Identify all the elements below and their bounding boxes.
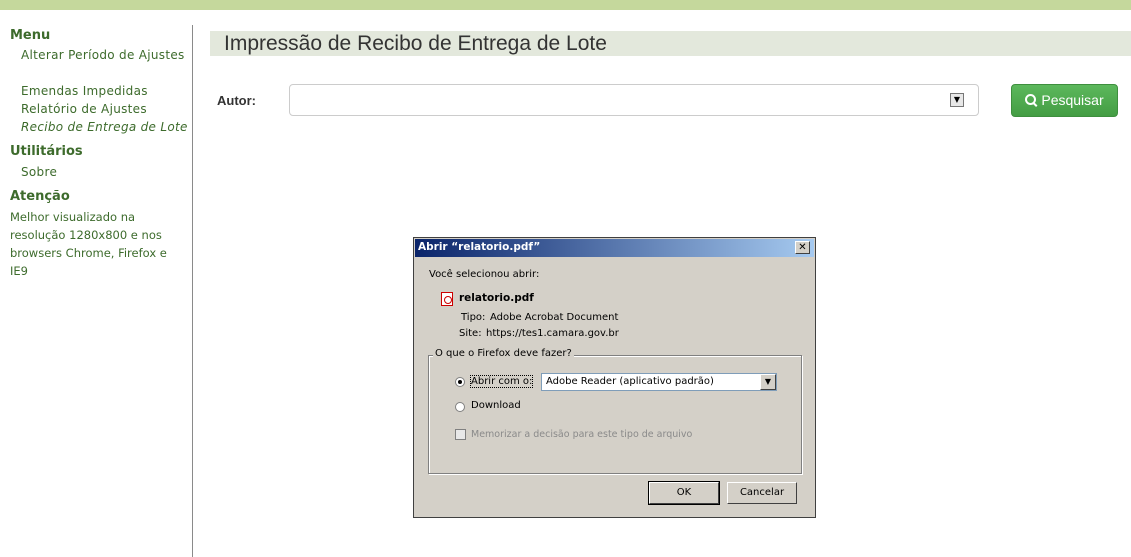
application-select[interactable]: Adobe Reader (aplicativo padrão) ▼ (541, 373, 777, 391)
dialog-intro: Você selecionou abrir: (429, 269, 540, 280)
sidebar-item-alterar-periodo[interactable]: Alterar Período de Ajustes (21, 46, 191, 64)
sidebar-item-relatorio-ajustes[interactable]: Relatório de Ajustes (21, 100, 191, 118)
dialog-titlebar[interactable]: Abrir “relatorio.pdf” ✕ (415, 239, 814, 257)
sidebar-item-sobre[interactable]: Sobre (21, 163, 191, 181)
remember-label: Memorizar a decisão para este tipo de ar… (471, 429, 693, 440)
ok-button[interactable]: OK (648, 481, 720, 505)
autor-select[interactable]: ▼ (289, 84, 979, 116)
dialog-title: Abrir “relatorio.pdf” (418, 241, 541, 253)
sidebar-divider (192, 25, 193, 557)
open-with-radio[interactable] (455, 377, 465, 387)
autor-label: Autor: (217, 93, 256, 108)
open-with-label[interactable]: Abrir com o: (469, 375, 534, 388)
menu-heading: Menu (10, 28, 51, 43)
search-icon (1025, 94, 1037, 106)
chevron-down-icon[interactable]: ▼ (760, 374, 776, 390)
cancel-button[interactable]: Cancelar (727, 482, 797, 504)
type-label: Tipo: (461, 312, 486, 323)
sidebar-item-emendas-impedidas[interactable]: Emendas Impedidas (21, 82, 191, 100)
utilities-heading: Utilitários (10, 144, 83, 159)
chevron-down-icon[interactable]: ▼ (950, 93, 964, 107)
application-select-value: Adobe Reader (aplicativo padrão) (546, 376, 714, 387)
search-button[interactable]: Pesquisar (1011, 84, 1118, 117)
file-name: relatorio.pdf (459, 292, 534, 304)
remember-checkbox[interactable] (455, 429, 466, 440)
download-radio[interactable] (455, 402, 465, 412)
groupbox-label: O que o Firefox deve fazer? (433, 348, 574, 359)
attention-note: Melhor visualizado na resolução 1280x800… (10, 210, 167, 278)
page-title: Impressão de Recibo de Entrega de Lote (224, 32, 607, 55)
sidebar: Menu Alterar Período de Ajustes Emendas … (0, 10, 193, 557)
site-label: Site: (459, 328, 482, 339)
search-button-label: Pesquisar (1041, 92, 1104, 108)
top-banner (0, 0, 1131, 10)
attention-heading: Atenção (10, 189, 70, 204)
open-file-dialog: Abrir “relatorio.pdf” ✕ Você selecionou … (413, 237, 816, 518)
type-value: Adobe Acrobat Document (490, 312, 619, 323)
download-label[interactable]: Download (471, 400, 521, 411)
site-value: https://tes1.camara.gov.br (486, 328, 619, 339)
close-icon[interactable]: ✕ (795, 241, 810, 254)
pdf-file-icon (441, 292, 453, 306)
sidebar-item-recibo-entrega-lote[interactable]: Recibo de Entrega de Lote (21, 118, 191, 136)
page-title-bar: Impressão de Recibo de Entrega de Lote (210, 31, 1131, 56)
